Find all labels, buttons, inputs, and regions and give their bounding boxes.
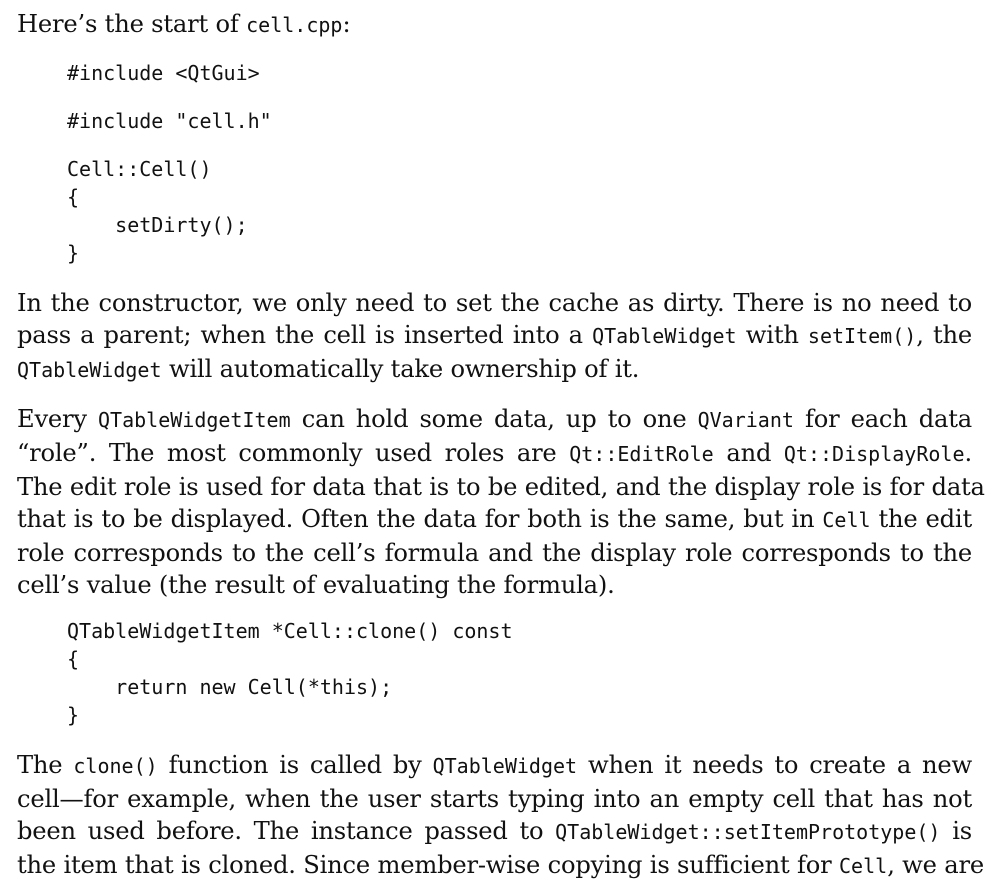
book-page: Here’s the start of cell.cpp: #include <… xyxy=(17,8,985,882)
inline-code-enum: Qt::EditRole xyxy=(569,441,714,466)
constructor-explanation-paragraph: In the constructor, we only need to set … xyxy=(17,287,972,387)
code-line: } xyxy=(67,240,80,265)
clone-explanation-paragraph: The clone() function is called by QTable… xyxy=(17,749,984,882)
inline-code-enum: Qt::DisplayRole xyxy=(783,441,965,466)
text-run: pass a parent; when the cell is inserted… xyxy=(17,321,593,350)
roles-paragraph: Every QTableWidgetItem can hold some dat… xyxy=(17,403,985,602)
text-run: the item that is cloned. Since member-wi… xyxy=(17,850,840,879)
text-run: . xyxy=(964,438,973,467)
inline-code-class: QTableWidget xyxy=(592,324,737,349)
text-line: Every QTableWidgetItem can hold some dat… xyxy=(17,403,972,437)
inline-code-class: QTableWidget xyxy=(17,357,162,382)
code-line: #include <QtGui> xyxy=(67,60,260,85)
text-run: function is called by xyxy=(157,750,433,779)
code-line: } xyxy=(67,702,80,727)
text-line: cell’s value (the result of evaluating t… xyxy=(17,571,615,600)
text-line: the item that is cloned. Since member-wi… xyxy=(17,849,984,882)
text-run: The xyxy=(17,750,74,779)
text-line: role corresponds to the cell’s formula a… xyxy=(17,538,972,567)
text-line: The edit role is used for data that is t… xyxy=(17,472,985,501)
code-line: { xyxy=(67,184,80,209)
code-line: setDirty(); xyxy=(67,212,248,237)
text-run: will automatically take ownership of it. xyxy=(161,354,640,383)
inline-code-class: Cell xyxy=(839,853,888,878)
intro-text-end: : xyxy=(342,10,351,38)
text-run: for each data xyxy=(793,405,973,434)
code-line: return new Cell(*this); xyxy=(67,674,393,699)
inline-code-class: QTableWidget xyxy=(432,753,578,778)
intro-line: Here’s the start of cell.cpp: xyxy=(17,8,972,42)
text-run: , the xyxy=(916,321,972,350)
intro-paragraph: Here’s the start of cell.cpp: xyxy=(17,8,972,42)
text-run: when it needs to create a new xyxy=(577,750,972,779)
inline-code-class: QVariant xyxy=(697,408,794,433)
code-block-constructor: #include <QtGui>#include "cell.h"Cell::C… xyxy=(17,59,972,267)
inline-code-function: setItem() xyxy=(807,324,917,349)
text-line: The clone() function is called by QTable… xyxy=(17,749,972,783)
code-block-clone: QTableWidgetItem *Cell::clone() const{ r… xyxy=(17,617,972,729)
text-run: and xyxy=(713,438,784,467)
inline-code-class: QTableWidgetItem xyxy=(97,408,291,433)
intro-text: Here’s the start of xyxy=(17,10,247,38)
code-line: { xyxy=(67,646,80,671)
text-run: is xyxy=(940,817,972,846)
text-run: with xyxy=(736,321,808,350)
text-line: “role”. The most commonly used roles are… xyxy=(17,437,972,471)
code-line: QTableWidgetItem *Cell::clone() const xyxy=(67,618,513,643)
inline-code-class: Cell xyxy=(822,508,871,533)
code-line: Cell::Cell() xyxy=(67,156,212,181)
inline-code-function: QTableWidget::setItemPrototype() xyxy=(555,820,941,845)
text-run: “role”. The most commonly used roles are xyxy=(17,438,570,467)
inline-code-filename: cell.cpp xyxy=(246,13,343,37)
text-run: , we are xyxy=(887,850,984,879)
text-run: that is to be displayed. Often the data … xyxy=(17,505,823,534)
text-line: QTableWidget will automatically take own… xyxy=(17,353,972,387)
code-line: #include "cell.h" xyxy=(67,108,272,133)
text-line: been used before. The instance passed to… xyxy=(17,815,972,849)
text-run: been used before. The instance passed to xyxy=(17,817,556,846)
text-line: pass a parent; when the cell is inserted… xyxy=(17,319,972,353)
text-line: that is to be displayed. Often the data … xyxy=(17,503,972,537)
text-run: can hold some data, up to one xyxy=(290,405,698,434)
text-run: the edit xyxy=(870,505,973,534)
inline-code-function: clone() xyxy=(73,753,158,778)
text-line: cell—for example, when the user starts t… xyxy=(17,784,972,813)
text-line: In the constructor, we only need to set … xyxy=(17,288,972,317)
text-run: Every xyxy=(17,405,98,434)
